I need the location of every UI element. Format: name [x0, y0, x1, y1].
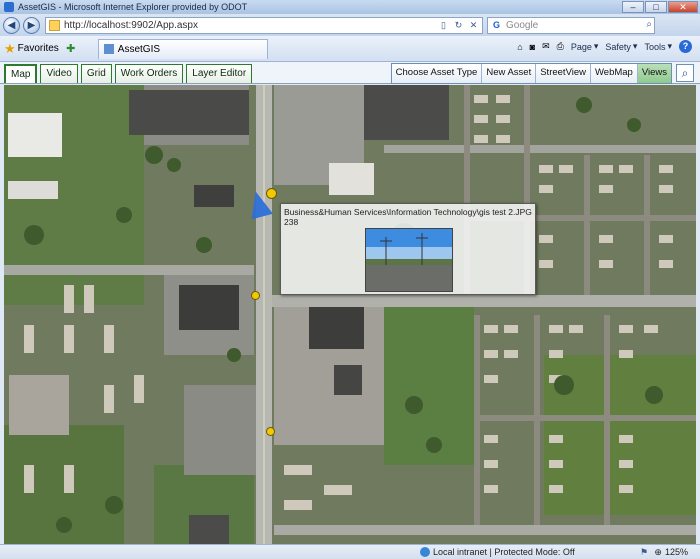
address-bar[interactable]: http://localhost:9902/App.aspx ▯ ↻ ✕	[45, 16, 483, 34]
tab-map[interactable]: Map	[4, 64, 38, 83]
refresh-icon[interactable]: ↻	[452, 19, 465, 32]
tools-menu[interactable]: Tools ▾	[644, 41, 672, 52]
asset-marker-icon[interactable]	[266, 188, 277, 199]
aerial-imagery	[4, 85, 696, 544]
ie-app-icon	[4, 2, 14, 12]
tab-page-icon	[103, 44, 114, 54]
asset-info-popup[interactable]: Business&Human Services\Information Tech…	[280, 203, 536, 295]
zoom-icon: ⊕	[654, 547, 662, 557]
globe-icon	[420, 547, 430, 557]
zoom-text: 125%	[664, 547, 688, 557]
print-icon[interactable]: ⎙	[557, 41, 564, 52]
favorites-label: Favorites	[17, 43, 59, 54]
popup-file-path: Business&Human Services\Information Tech…	[284, 207, 532, 217]
asset-photo[interactable]	[365, 228, 453, 292]
star-icon: ★	[4, 40, 16, 56]
new-asset-button[interactable]: New Asset	[481, 64, 536, 83]
forward-button[interactable]: ▶	[23, 16, 40, 34]
window-title-bar: AssetGIS - Microsoft Internet Explorer p…	[0, 0, 700, 14]
minimize-button[interactable]: –	[622, 1, 644, 13]
close-window-button[interactable]: ✕	[668, 1, 698, 13]
tab-layer-editor[interactable]: Layer Editor	[186, 64, 253, 83]
security-zone-text: Local intranet | Protected Mode: Off	[433, 547, 575, 557]
search-box[interactable]: G Google ⌕	[487, 16, 655, 34]
chevron-down-icon: ▾	[593, 41, 599, 51]
google-icon: G	[492, 19, 500, 30]
popup-asset-id: 238	[284, 217, 299, 227]
maximize-button[interactable]: □	[645, 1, 667, 13]
feeds-icon[interactable]: ◙	[530, 42, 535, 52]
asset-marker-icon[interactable]	[266, 427, 275, 436]
app-tabs: Map Video Grid Work Orders Layer Editor	[4, 64, 253, 83]
webmap-button[interactable]: WebMap	[589, 64, 637, 83]
safety-menu[interactable]: Safety ▾	[605, 41, 637, 52]
streetview-button[interactable]: StreetView	[535, 64, 590, 83]
mail-icon[interactable]: ✉	[542, 41, 550, 52]
status-bar: Local intranet | Protected Mode: Off ⚑ ⊕…	[0, 544, 700, 559]
choose-asset-type-button[interactable]: Choose Asset Type	[391, 64, 482, 83]
magnifier-icon[interactable]: ⌕	[676, 64, 694, 82]
map-action-buttons: Choose Asset Type New Asset StreetView W…	[390, 63, 672, 84]
tab-work-orders[interactable]: Work Orders	[114, 64, 184, 83]
command-bar: ⌂ ◙ ✉ ⎙ Page ▾ Safety ▾ Tools ▾ ?	[517, 40, 692, 53]
page-icon	[49, 19, 60, 31]
browser-tab-assetgis[interactable]: AssetGIS	[97, 38, 268, 59]
page-menu-label: Page	[570, 41, 592, 52]
zoom-level[interactable]: ⊕ 125%	[654, 547, 688, 558]
chevron-down-icon: ▾	[667, 41, 672, 51]
aerial-map[interactable]: Business&Human Services\Information Tech…	[4, 85, 696, 544]
asset-marker-icon[interactable]	[251, 291, 260, 300]
back-button[interactable]: ◀	[3, 16, 20, 34]
search-icon[interactable]: ⌕	[646, 19, 652, 30]
search-placeholder[interactable]: Google	[506, 20, 538, 31]
photo-thumbnail	[366, 229, 452, 291]
address-bar-row: ◀ ▶ http://localhost:9902/App.aspx ▯ ↻ ✕…	[0, 14, 700, 36]
url-text[interactable]: http://localhost:9902/App.aspx	[64, 20, 198, 31]
safety-menu-label: Safety	[605, 41, 631, 52]
favorites-button[interactable]: ★ Favorites	[4, 41, 59, 57]
page-menu[interactable]: Page ▾	[571, 41, 599, 52]
help-icon[interactable]: ?	[679, 40, 692, 53]
add-favorite-icon[interactable]: ✚	[64, 42, 78, 56]
favorites-bar: ★ Favorites ✚ AssetGIS ⌂ ◙ ✉ ⎙ Page ▾ Saf…	[0, 36, 700, 62]
tools-menu-label: Tools	[644, 41, 666, 52]
tab-grid[interactable]: Grid	[80, 64, 112, 83]
protected-mode-icon: ⚑	[640, 547, 649, 557]
stop-icon[interactable]: ✕	[467, 19, 480, 32]
home-icon[interactable]: ⌂	[517, 42, 522, 52]
views-button[interactable]: Views	[636, 64, 671, 83]
browser-tab-label: AssetGIS	[117, 43, 161, 55]
popup-text: Business&Human Services\Information Tech…	[284, 207, 534, 227]
compatibility-icon[interactable]: ▯	[437, 19, 450, 32]
security-zone[interactable]: Local intranet | Protected Mode: Off	[420, 547, 575, 557]
window-title: AssetGIS - Microsoft Internet Explorer p…	[18, 2, 248, 12]
app-toolbar: Map Video Grid Work Orders Layer Editor …	[0, 62, 700, 84]
tab-video[interactable]: Video	[40, 64, 78, 83]
chevron-down-icon: ▾	[632, 41, 638, 51]
